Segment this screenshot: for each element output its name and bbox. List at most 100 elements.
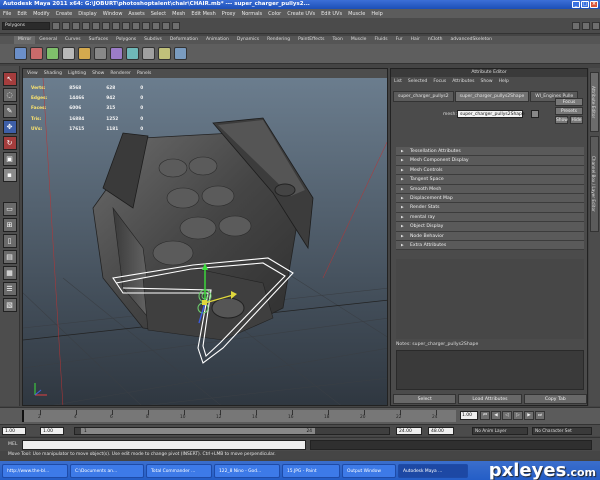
- menu-display[interactable]: Display: [78, 11, 96, 17]
- freeze-transform-icon[interactable]: [78, 47, 91, 60]
- shelf-tab-general[interactable]: General: [35, 36, 61, 44]
- scale-tool-icon[interactable]: ▣: [2, 152, 17, 166]
- menu-create[interactable]: Create: [56, 11, 73, 17]
- center-pivot-icon[interactable]: [62, 47, 75, 60]
- perspective-viewport[interactable]: View Shading Lighting Show Renderer Pane…: [22, 68, 388, 406]
- persp-graph-layout-icon[interactable]: ▤: [2, 250, 17, 264]
- combine-icon[interactable]: [110, 47, 123, 60]
- step-back-icon[interactable]: ◀: [491, 411, 501, 420]
- shelf-tab-deformation[interactable]: Deformation: [166, 36, 202, 44]
- shelf-tab-mirror[interactable]: Mirror: [14, 36, 36, 44]
- minimize-button[interactable]: _: [572, 1, 580, 8]
- viewport-menu-panels[interactable]: Panels: [137, 69, 151, 78]
- menu-proxy[interactable]: Proxy: [222, 11, 236, 17]
- load-attributes-button[interactable]: Load Attributes: [458, 394, 522, 404]
- menu-set-selector[interactable]: Polygons: [2, 21, 50, 30]
- persp-outliner-layout-icon[interactable]: ▯: [2, 234, 17, 248]
- anim-layer-selector[interactable]: No Anim Layer: [472, 427, 528, 435]
- menu-assets[interactable]: Assets: [128, 11, 144, 17]
- end-time-field[interactable]: 48.00: [428, 427, 454, 435]
- menu-edit-mesh[interactable]: Edit Mesh: [191, 11, 215, 17]
- mirror-y-icon[interactable]: [30, 47, 43, 60]
- taskbar-item-output-window[interactable]: Output Window: [342, 463, 396, 478]
- go-to-end-icon[interactable]: ⏭: [535, 411, 545, 420]
- shelf-tab-hair[interactable]: Hair: [407, 36, 424, 44]
- attribute-editor-toggle-icon[interactable]: [582, 21, 590, 30]
- menu-create-uvs[interactable]: Create UVs: [287, 11, 315, 17]
- side-tab-channel-box[interactable]: Channel Box / Layer Editor: [590, 136, 599, 232]
- range-slider-handle[interactable]: 1 24: [81, 428, 315, 434]
- shelf-tab-painteffects[interactable]: PaintEffects: [294, 36, 328, 44]
- step-forward-icon[interactable]: ▶: [524, 411, 534, 420]
- snap-curve-icon[interactable]: [122, 21, 130, 30]
- playback-start-field[interactable]: 1.00: [40, 427, 64, 435]
- select-node-icon[interactable]: [531, 110, 539, 118]
- taskbar-item-maya[interactable]: Autodesk Maya ...: [398, 463, 468, 478]
- menu-help[interactable]: Help: [371, 11, 382, 17]
- focus-button[interactable]: Focus: [555, 98, 583, 106]
- smooth-icon[interactable]: [142, 47, 155, 60]
- open-scene-icon[interactable]: [62, 21, 70, 30]
- mirror-x-icon[interactable]: [14, 47, 27, 60]
- section-mesh-component-display[interactable]: Mesh Component Display: [396, 156, 584, 166]
- taskbar-item-documents[interactable]: C:\Documents an...: [70, 463, 144, 478]
- render-icon[interactable]: [152, 21, 160, 30]
- mel-label[interactable]: MEL: [8, 442, 17, 447]
- last-tool-icon[interactable]: ▪: [2, 168, 17, 182]
- shelf-tab-fluids[interactable]: Fluids: [370, 36, 391, 44]
- bevel-icon[interactable]: [174, 47, 187, 60]
- shelf-tab-dynamics[interactable]: Dynamics: [233, 36, 263, 44]
- shelf-tab-ncloth[interactable]: nCloth: [424, 36, 447, 44]
- shelf-tab-muscle[interactable]: Muscle: [347, 36, 371, 44]
- shelf-tab-rendering[interactable]: Rendering: [263, 36, 294, 44]
- play-forward-icon[interactable]: ▷: [513, 411, 523, 420]
- history-delete-icon[interactable]: [94, 47, 107, 60]
- outliner-layout-icon[interactable]: ☰: [2, 282, 17, 296]
- tool-settings-toggle-icon[interactable]: [592, 21, 600, 30]
- maximize-button[interactable]: □: [581, 1, 589, 8]
- history-icon[interactable]: [142, 21, 150, 30]
- shelf-tab-polygons[interactable]: Polygons: [112, 36, 140, 44]
- playback-end-field[interactable]: 24.00: [396, 427, 422, 435]
- menu-window[interactable]: Window: [103, 11, 123, 17]
- shelf-tab-advancedskeleton[interactable]: advancedSkeleton: [447, 36, 496, 44]
- menu-select[interactable]: Select: [151, 11, 166, 17]
- section-tangent-space[interactable]: Tangent Space: [396, 175, 584, 185]
- go-to-start-icon[interactable]: ⏮: [480, 411, 490, 420]
- viewport-menu-renderer[interactable]: Renderer: [110, 69, 131, 78]
- section-displacement-map[interactable]: Displacement Map: [396, 193, 584, 204]
- new-scene-icon[interactable]: [52, 21, 60, 30]
- menu-edit-uvs[interactable]: Edit UVs: [321, 11, 342, 17]
- graph-editor-layout-icon[interactable]: ▧: [2, 298, 17, 312]
- menu-muscle[interactable]: Muscle: [348, 11, 365, 17]
- single-perspective-layout-icon[interactable]: ▭: [2, 202, 17, 216]
- ae-tab-transform[interactable]: super_charger_pullys2: [393, 91, 454, 102]
- section-smooth-mesh[interactable]: Smooth Mesh: [396, 184, 584, 194]
- save-scene-icon[interactable]: [72, 21, 80, 30]
- mel-input[interactable]: [22, 440, 306, 450]
- select-tool-icon[interactable]: ↖: [2, 72, 17, 86]
- rotate-tool-icon[interactable]: ↻: [2, 136, 17, 150]
- side-tab-attribute-editor[interactable]: Attribute Editor: [590, 72, 599, 132]
- shelf-tab-animation[interactable]: Animation: [202, 36, 233, 44]
- section-mesh-controls[interactable]: Mesh Controls: [396, 165, 584, 176]
- hypershade-layout-icon[interactable]: ▦: [2, 266, 17, 280]
- menu-file[interactable]: File: [3, 11, 11, 17]
- time-slider-track[interactable]: 2 4 6 8 10 12 14 16 18 20 22 24: [22, 410, 456, 422]
- paint-select-tool-icon[interactable]: ✎: [2, 104, 17, 118]
- snap-grid-icon[interactable]: [112, 21, 120, 30]
- play-backward-icon[interactable]: ◁: [502, 411, 512, 420]
- menu-edit[interactable]: Edit: [17, 11, 27, 17]
- section-node-behavior[interactable]: Node Behavior: [396, 231, 584, 241]
- select-component-icon[interactable]: [102, 21, 110, 30]
- hide-button[interactable]: Hide: [570, 116, 583, 124]
- current-frame-field[interactable]: 1.00: [460, 411, 478, 420]
- engine-model[interactable]: [92, 117, 314, 341]
- show-button[interactable]: Show: [555, 116, 568, 124]
- shelf-tab-curves[interactable]: Curves: [61, 36, 85, 44]
- viewport-menu-lighting[interactable]: Lighting: [68, 69, 86, 78]
- mirror-z-icon[interactable]: [46, 47, 59, 60]
- shelf-tab-subdivs[interactable]: Subdivs: [140, 36, 166, 44]
- ae-menu-selected[interactable]: Selected: [408, 77, 428, 87]
- ipr-render-icon[interactable]: [162, 21, 170, 30]
